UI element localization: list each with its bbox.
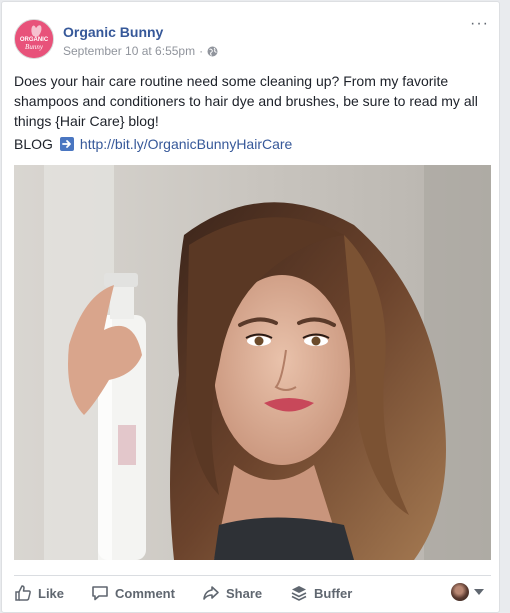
post-body: Does your hair care routine need some cl… bbox=[14, 73, 478, 129]
blog-label: BLOG bbox=[14, 136, 53, 152]
buffer-button[interactable]: Buffer bbox=[290, 584, 352, 602]
share-button[interactable]: Share bbox=[202, 584, 262, 602]
globe-icon[interactable] bbox=[207, 46, 218, 57]
share-label: Share bbox=[226, 585, 263, 601]
post-meta: September 10 at 6:55pm · bbox=[63, 44, 218, 58]
chevron-down-icon bbox=[474, 589, 484, 595]
page-name-link[interactable]: Organic Bunny bbox=[63, 24, 163, 40]
blog-link[interactable]: http://bit.ly/OrganicBunnyHairCare bbox=[80, 136, 292, 152]
share-icon bbox=[203, 586, 219, 600]
post-timestamp[interactable]: September 10 at 6:55pm bbox=[63, 44, 195, 58]
meta-separator: · bbox=[199, 44, 204, 58]
avatar-text-bottom: Bunny bbox=[25, 43, 44, 51]
buffer-label: Buffer bbox=[314, 585, 353, 601]
viewer-selector[interactable] bbox=[451, 583, 484, 601]
action-bar: Like Comment Share Buffer bbox=[14, 575, 491, 606]
viewer-avatar bbox=[451, 583, 469, 601]
like-label: Like bbox=[38, 585, 65, 601]
thumbs-up-icon bbox=[15, 585, 31, 601]
like-button[interactable]: Like bbox=[14, 584, 64, 602]
post-photo[interactable] bbox=[14, 165, 491, 560]
right-arrow-icon bbox=[59, 137, 74, 151]
page-avatar[interactable]: ORGANIC Bunny bbox=[14, 19, 54, 59]
post-text: Does your hair care routine need some cl… bbox=[14, 71, 494, 131]
comment-label: Comment bbox=[115, 585, 175, 601]
comment-button[interactable]: Comment bbox=[91, 584, 175, 602]
buffer-stack-icon bbox=[291, 586, 307, 601]
post-card: ORGANIC Bunny Organic Bunny September 10… bbox=[1, 1, 500, 613]
ellipsis-icon[interactable]: ··· bbox=[470, 16, 489, 32]
comment-icon bbox=[92, 586, 108, 601]
blog-line: BLOG http://bit.ly/OrganicBunnyHairCare bbox=[14, 136, 292, 152]
